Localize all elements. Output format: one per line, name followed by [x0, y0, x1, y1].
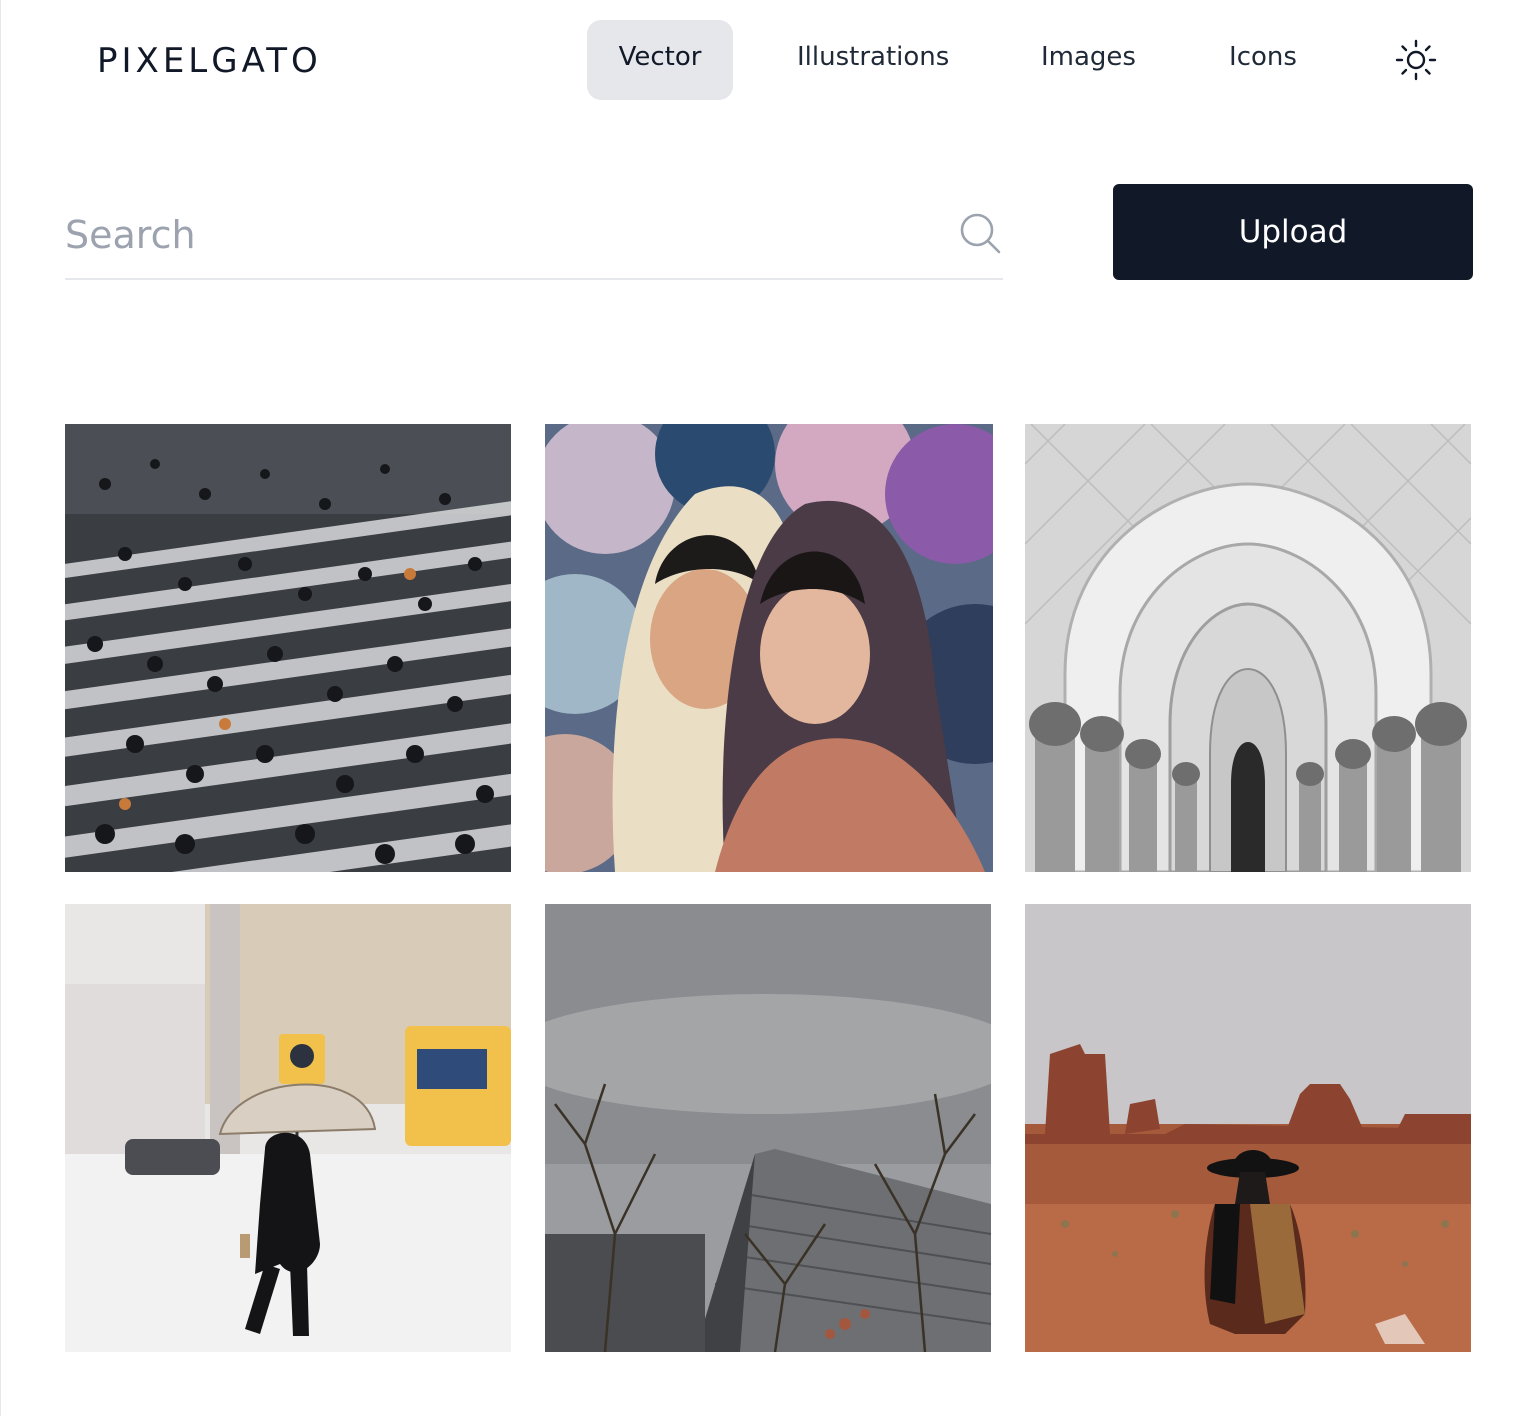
sun-icon[interactable] [1394, 38, 1438, 82]
search-bar [65, 190, 1003, 280]
gallery-image-two-women[interactable] [545, 424, 993, 872]
nav-item-vector[interactable]: Vector [587, 20, 733, 100]
nav-item-illustrations[interactable]: Illustrations [797, 20, 949, 100]
gallery-image-snow-umbrella[interactable] [65, 904, 511, 1352]
gallery-image-desert-woman[interactable] [1025, 904, 1471, 1352]
nav-item-icons[interactable]: Icons [1229, 20, 1297, 100]
brand-logo[interactable]: PIXELGATO [97, 40, 322, 82]
gallery-image-mosque-arches[interactable] [1025, 424, 1471, 872]
search-icon[interactable] [957, 210, 1003, 256]
search-input[interactable] [65, 208, 935, 262]
nav-item-images[interactable]: Images [1041, 20, 1136, 100]
upload-button[interactable]: Upload [1113, 184, 1473, 280]
gallery-image-crowd-crosswalk[interactable] [65, 424, 511, 872]
main-nav: Vector Illustrations Images Icons [587, 20, 1297, 100]
gallery-image-temple-roof[interactable] [545, 904, 991, 1352]
